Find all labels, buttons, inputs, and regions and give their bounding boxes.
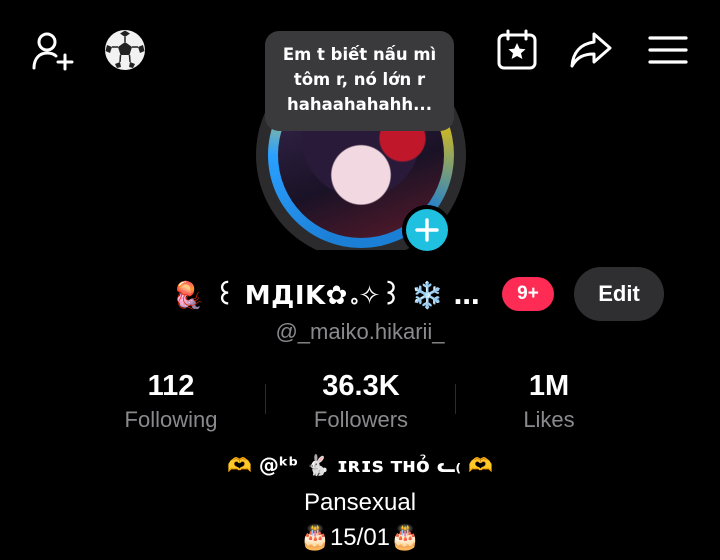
note-line-3: hahaahahahh...	[287, 95, 432, 114]
calendar-button[interactable]	[495, 28, 539, 72]
soccer-button[interactable]	[103, 28, 147, 72]
person-plus-icon	[32, 32, 74, 71]
following-label: Following	[124, 407, 218, 432]
calendar-star-icon	[497, 29, 537, 70]
likes-count: 1M	[528, 370, 570, 402]
note-line-2: tôm r, nó lớn r	[293, 70, 426, 89]
username-handle: @_maiko.hikarii_	[275, 319, 445, 344]
menu-button[interactable]	[646, 28, 690, 72]
notification-badge[interactable]: 9+	[502, 277, 554, 311]
stat-divider	[265, 384, 266, 414]
bio-line-3: 🎂15/01🎂	[300, 524, 420, 551]
edit-profile-button[interactable]: Edit	[574, 267, 664, 321]
stat-following[interactable]: 112 Following	[81, 368, 261, 436]
stat-divider	[455, 384, 456, 414]
soccer-ball-icon	[105, 30, 145, 70]
followers-count: 36.3K	[322, 370, 400, 402]
note-bubble[interactable]: Em t biết nấu mì tôm r, nó lớn r hahaaha…	[265, 31, 454, 131]
plus-icon	[415, 218, 439, 242]
note-line-1: Em t biết nấu mì	[282, 45, 437, 64]
display-name: 🪼 ꒰ МДIK✿｡✧꒱ ❄️ …	[172, 281, 481, 311]
hamburger-menu-icon	[648, 36, 688, 64]
share-button[interactable]	[569, 28, 613, 72]
display-name-row: 🪼 ꒰ МДIK✿｡✧꒱ ❄️ …	[172, 270, 480, 318]
stat-likes[interactable]: 1M Likes	[459, 368, 639, 436]
following-count: 112	[147, 370, 195, 402]
bio-line-2: Pansexual	[303, 489, 417, 516]
bio-line-1: 🫶 @ᵏᵇ 🐇 ɪʀɪꜱ ᴛʜỏ ᓚ₍ 🫶	[227, 453, 493, 477]
add-story-button[interactable]	[402, 205, 452, 255]
likes-label: Likes	[523, 407, 575, 432]
stat-followers[interactable]: 36.3K Followers	[271, 368, 451, 436]
add-friend-button[interactable]	[30, 28, 74, 72]
followers-label: Followers	[313, 407, 409, 432]
share-arrow-icon	[570, 32, 612, 68]
